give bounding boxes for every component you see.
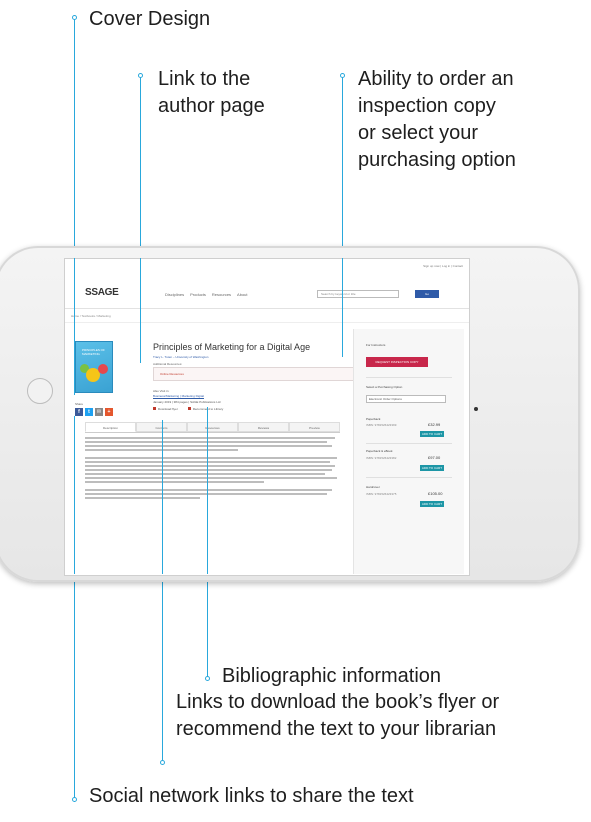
format-label: Paperback & eBook [366, 449, 393, 453]
tab-reviews[interactable]: Reviews [238, 422, 289, 432]
add-to-cart-button[interactable]: ADD TO CART [420, 431, 444, 437]
cover-callout-line-over [74, 258, 75, 395]
download-links: Download flyer Recommend to Library [153, 407, 223, 411]
social-callout-line-over [74, 416, 75, 574]
header-divider [65, 308, 469, 309]
content-tabs: Description Contents Resources Reviews P… [85, 422, 340, 433]
also-visit: Also Visit in: Business/Marketing | Mark… [153, 389, 204, 399]
callout-dot [205, 676, 210, 681]
purchasing-heading: Select a Purchasing Option [366, 385, 403, 389]
online-resources-label: Online Resources [160, 372, 184, 376]
cover-title: PRINCIPLES OF MARKETING [82, 348, 105, 356]
recommend-library-label: Recommend to Library [192, 407, 224, 411]
also-visit-links[interactable]: Business/Marketing | Marketing Digital [153, 394, 204, 399]
pdf-icon [153, 407, 156, 410]
plus-share-icon[interactable]: + [105, 408, 113, 416]
library-icon [187, 407, 191, 410]
twitter-icon[interactable]: t [85, 408, 93, 416]
callout-dot [72, 797, 77, 802]
cover-emoji-red [98, 364, 108, 374]
format-price: £32.99 [428, 422, 441, 427]
description-text-block [85, 437, 340, 501]
tab-resources[interactable]: Resources [187, 422, 238, 432]
callout-order-line3: or select your [358, 122, 479, 144]
purchase-sidebar: For Instructors REQUEST INSPECTION COPY … [353, 329, 464, 574]
search-go-button[interactable]: Go [415, 290, 439, 298]
author-callout-line-over [140, 258, 141, 363]
book-title: Principles of Marketing for a Digital Ag… [153, 342, 311, 352]
main-menu: Disciplines Products Resources About [165, 292, 248, 297]
format-label: Paperback [366, 417, 381, 421]
callout-bibliographic-info: Bibliographic information [222, 665, 442, 687]
tablet-home-button [27, 378, 53, 404]
format-label: Hardcover [366, 485, 380, 489]
callout-order-line2: inspection copy [358, 95, 496, 117]
email-icon[interactable]: ✉ [95, 408, 103, 416]
callout-social-links: Social network links to share the text [89, 785, 414, 807]
breadcrumb-divider [65, 322, 469, 323]
tablet-screen: Sign up now | Log in | Contact SSAGE Dis… [64, 258, 470, 576]
order-callout-line-over [342, 258, 343, 357]
tab-preview[interactable]: Preview [289, 422, 340, 432]
bibliographic-info: January 2019 | 384 pages | SAGE Publicat… [153, 400, 221, 404]
author-link[interactable]: Tracy L. Tuten – University of Washingto… [153, 355, 208, 359]
add-to-cart-button[interactable]: ADD TO CART [420, 465, 444, 471]
callout-dot [160, 760, 165, 765]
add-to-cart-button[interactable]: ADD TO CART [420, 501, 444, 507]
instructors-heading: For Instructors [366, 343, 386, 347]
sidebar-divider [366, 377, 452, 378]
sidebar-divider [366, 443, 452, 444]
callout-order-line1: Ability to order an [358, 68, 514, 90]
callout-dot [138, 73, 143, 78]
top-utility-nav[interactable]: Sign up now | Log in | Contact [423, 264, 463, 268]
callout-order-line4: purchasing option [358, 149, 516, 171]
download-flyer-link[interactable]: Download flyer [153, 407, 178, 411]
book-cover-image: PRINCIPLES OF MARKETING [75, 341, 113, 393]
format-price: £97.00 [428, 455, 441, 460]
purchasing-option-select[interactable]: Electronic Order Options [366, 395, 446, 403]
search-input[interactable]: Search by keyword or title [317, 290, 399, 298]
breadcrumb[interactable]: Home / Textbooks / Marketing [71, 314, 111, 318]
format-isbn: ISBN: 9781526423375 [366, 492, 397, 496]
download-flyer-label: Download flyer [158, 407, 178, 411]
format-isbn: ISBN: 9781526423382 [366, 456, 397, 460]
callout-download-line2: recommend the text to your librarian [176, 718, 497, 740]
callout-download-links: Links to download the book’s flyer or re… [176, 689, 499, 743]
menu-item[interactable]: Resources [212, 292, 231, 297]
inspection-copy-button[interactable]: REQUEST INSPECTION COPY [366, 357, 428, 367]
tablet-camera [474, 407, 478, 411]
format-price: £105.00 [428, 491, 443, 496]
online-resources-box[interactable]: Online Resources [153, 367, 355, 381]
callout-dot [340, 73, 345, 78]
menu-item[interactable]: Products [190, 292, 206, 297]
download-callout-line-over [162, 420, 163, 574]
callout-author-link: Link to the author page [158, 66, 265, 120]
additional-resources-label: Additional Resources: [153, 362, 183, 366]
sage-logo[interactable]: SSAGE [85, 287, 119, 298]
format-isbn: ISBN: 9781526423399 [366, 423, 397, 427]
sidebar-divider [366, 477, 452, 478]
social-share-links: f t ✉ + [75, 408, 113, 416]
recommend-library-link[interactable]: Recommend to Library [187, 407, 224, 411]
facebook-icon[interactable]: f [75, 408, 83, 416]
biblio-callout-line-over [207, 407, 208, 574]
callout-download-line1: Links to download the book’s flyer or [176, 691, 500, 713]
share-label: Share [75, 402, 84, 406]
callout-author-link-line1: Link to the [158, 68, 251, 90]
callout-cover-design: Cover Design [89, 8, 211, 30]
callout-author-link-line2: author page [158, 95, 265, 117]
tab-description[interactable]: Description [85, 422, 136, 432]
callout-order-options: Ability to order an inspection copy or s… [358, 66, 516, 174]
callout-dot [72, 15, 77, 20]
menu-item[interactable]: About [237, 292, 247, 297]
menu-item[interactable]: Disciplines [165, 292, 184, 297]
